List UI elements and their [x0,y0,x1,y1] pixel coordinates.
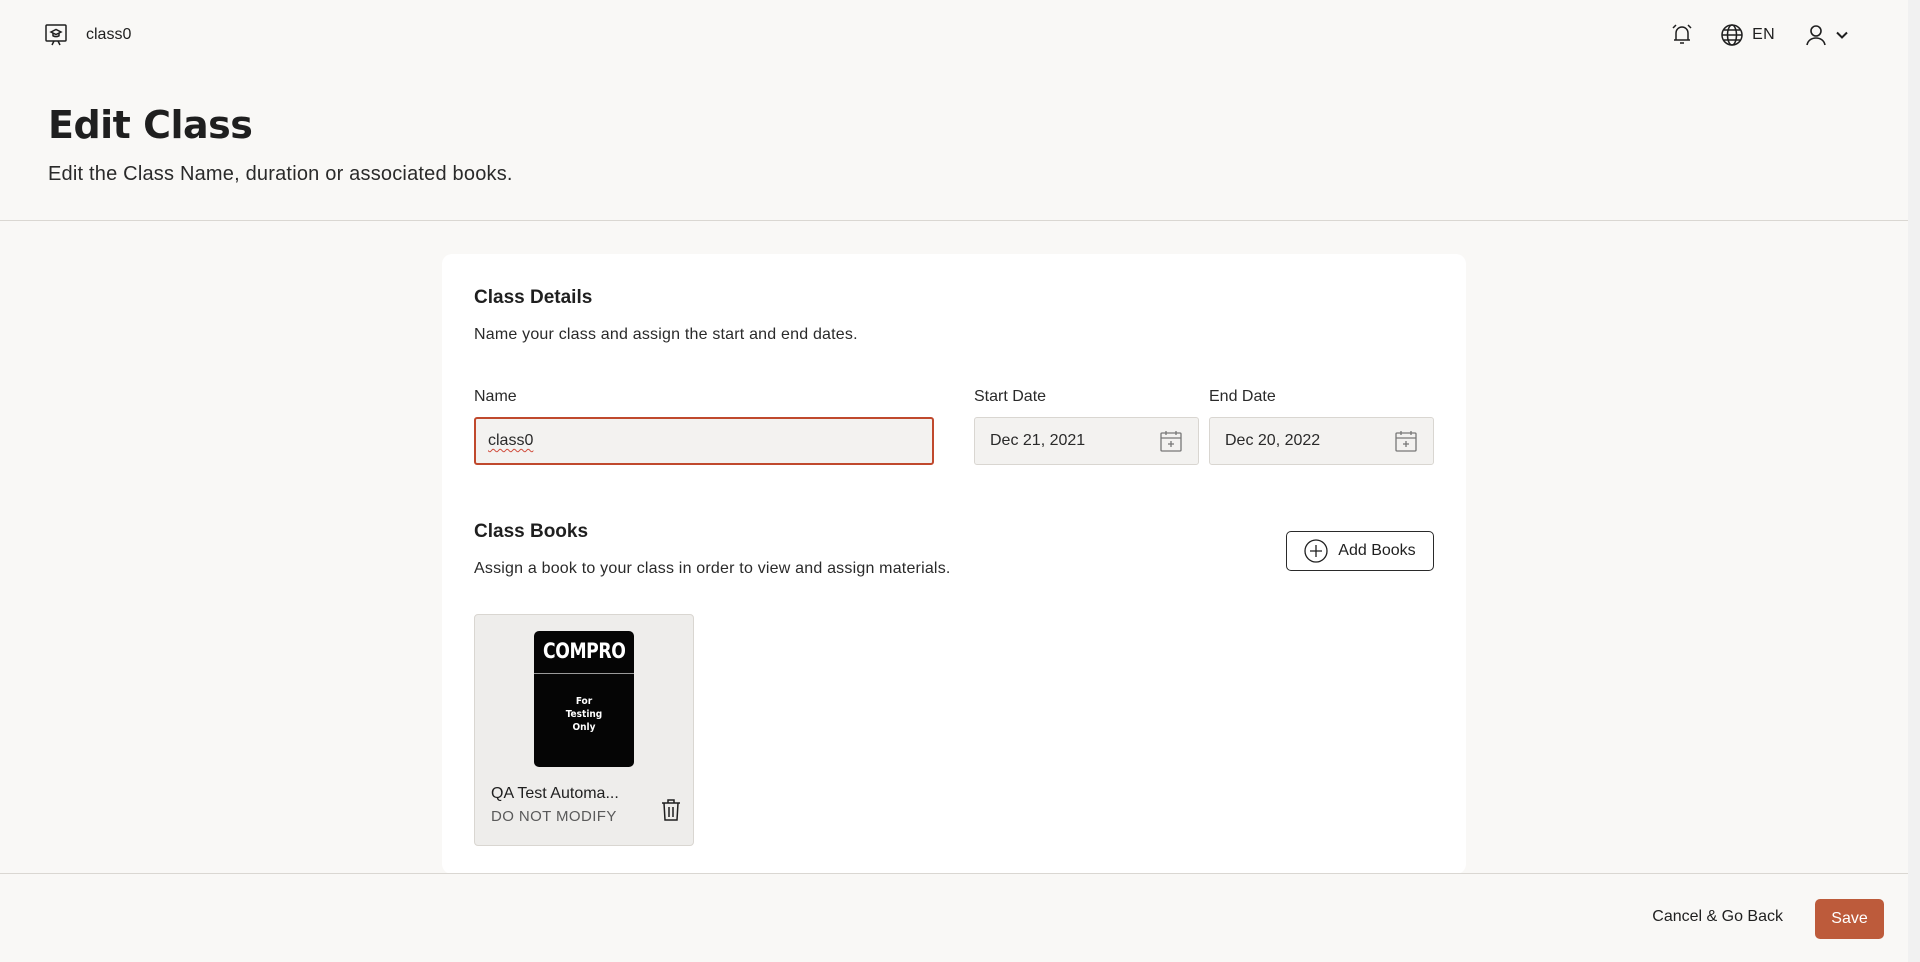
class-books-title: Class Books [474,521,589,542]
class-details-description: Name your class and assign the start and… [474,326,858,343]
class-details-title: Class Details [474,287,593,308]
calendar-icon[interactable] [1159,429,1183,453]
class-name-value: class0 [488,432,534,449]
language-selector[interactable]: EN [1720,23,1775,47]
book-cover[interactable]: COMPRO For Testing Only [534,631,634,767]
book-title: QA Test Automa... [491,785,619,802]
scrollbar[interactable] [1908,0,1920,962]
globe-icon [1720,23,1744,47]
chevron-down-icon [1835,28,1849,42]
cancel-go-back-link[interactable]: Cancel & Go Back [1652,908,1783,926]
class-name-label: class0 [86,26,132,43]
add-books-label: Add Books [1338,542,1416,559]
save-button[interactable]: Save [1815,899,1884,939]
class-books-description: Assign a book to your class in order to … [474,560,951,577]
book-card[interactable]: COMPRO For Testing Only QA Test Automa..… [474,614,694,846]
end-date-label: End Date [1209,388,1276,405]
user-menu[interactable] [1805,24,1849,46]
end-date-value: Dec 20, 2022 [1225,432,1321,449]
brand[interactable]: class0 [44,23,131,47]
book-cover-divider [534,673,634,674]
footer-bar: Cancel & Go Back Save [0,874,1908,962]
name-label: Name [474,388,517,405]
end-date-input[interactable]: Dec 20, 2022 [1209,417,1434,465]
start-date-value: Dec 21, 2021 [990,432,1086,449]
book-subtitle: DO NOT MODIFY [491,808,617,825]
trash-icon[interactable] [659,797,683,823]
edit-class-card: Class Details Name your class and assign… [442,254,1466,874]
add-books-button[interactable]: Add Books [1286,531,1434,571]
top-bar: class0 EN [0,0,1908,72]
language-label: EN [1752,26,1775,43]
book-cover-note: For Testing Only [565,696,603,733]
page-subtitle: Edit the Class Name, duration or associa… [48,163,513,185]
class-name-input[interactable]: class0 [474,417,934,465]
calendar-icon[interactable] [1394,429,1418,453]
add-circle-icon [1304,539,1328,563]
book-cover-brand: COMPRO [543,639,626,663]
class-board-icon [44,23,68,47]
user-icon [1805,24,1827,46]
page-title: Edit Class [48,103,253,147]
start-date-label: Start Date [974,388,1047,405]
start-date-input[interactable]: Dec 21, 2021 [974,417,1199,465]
header-divider [0,220,1908,221]
notification-bell-icon[interactable] [1670,22,1694,48]
